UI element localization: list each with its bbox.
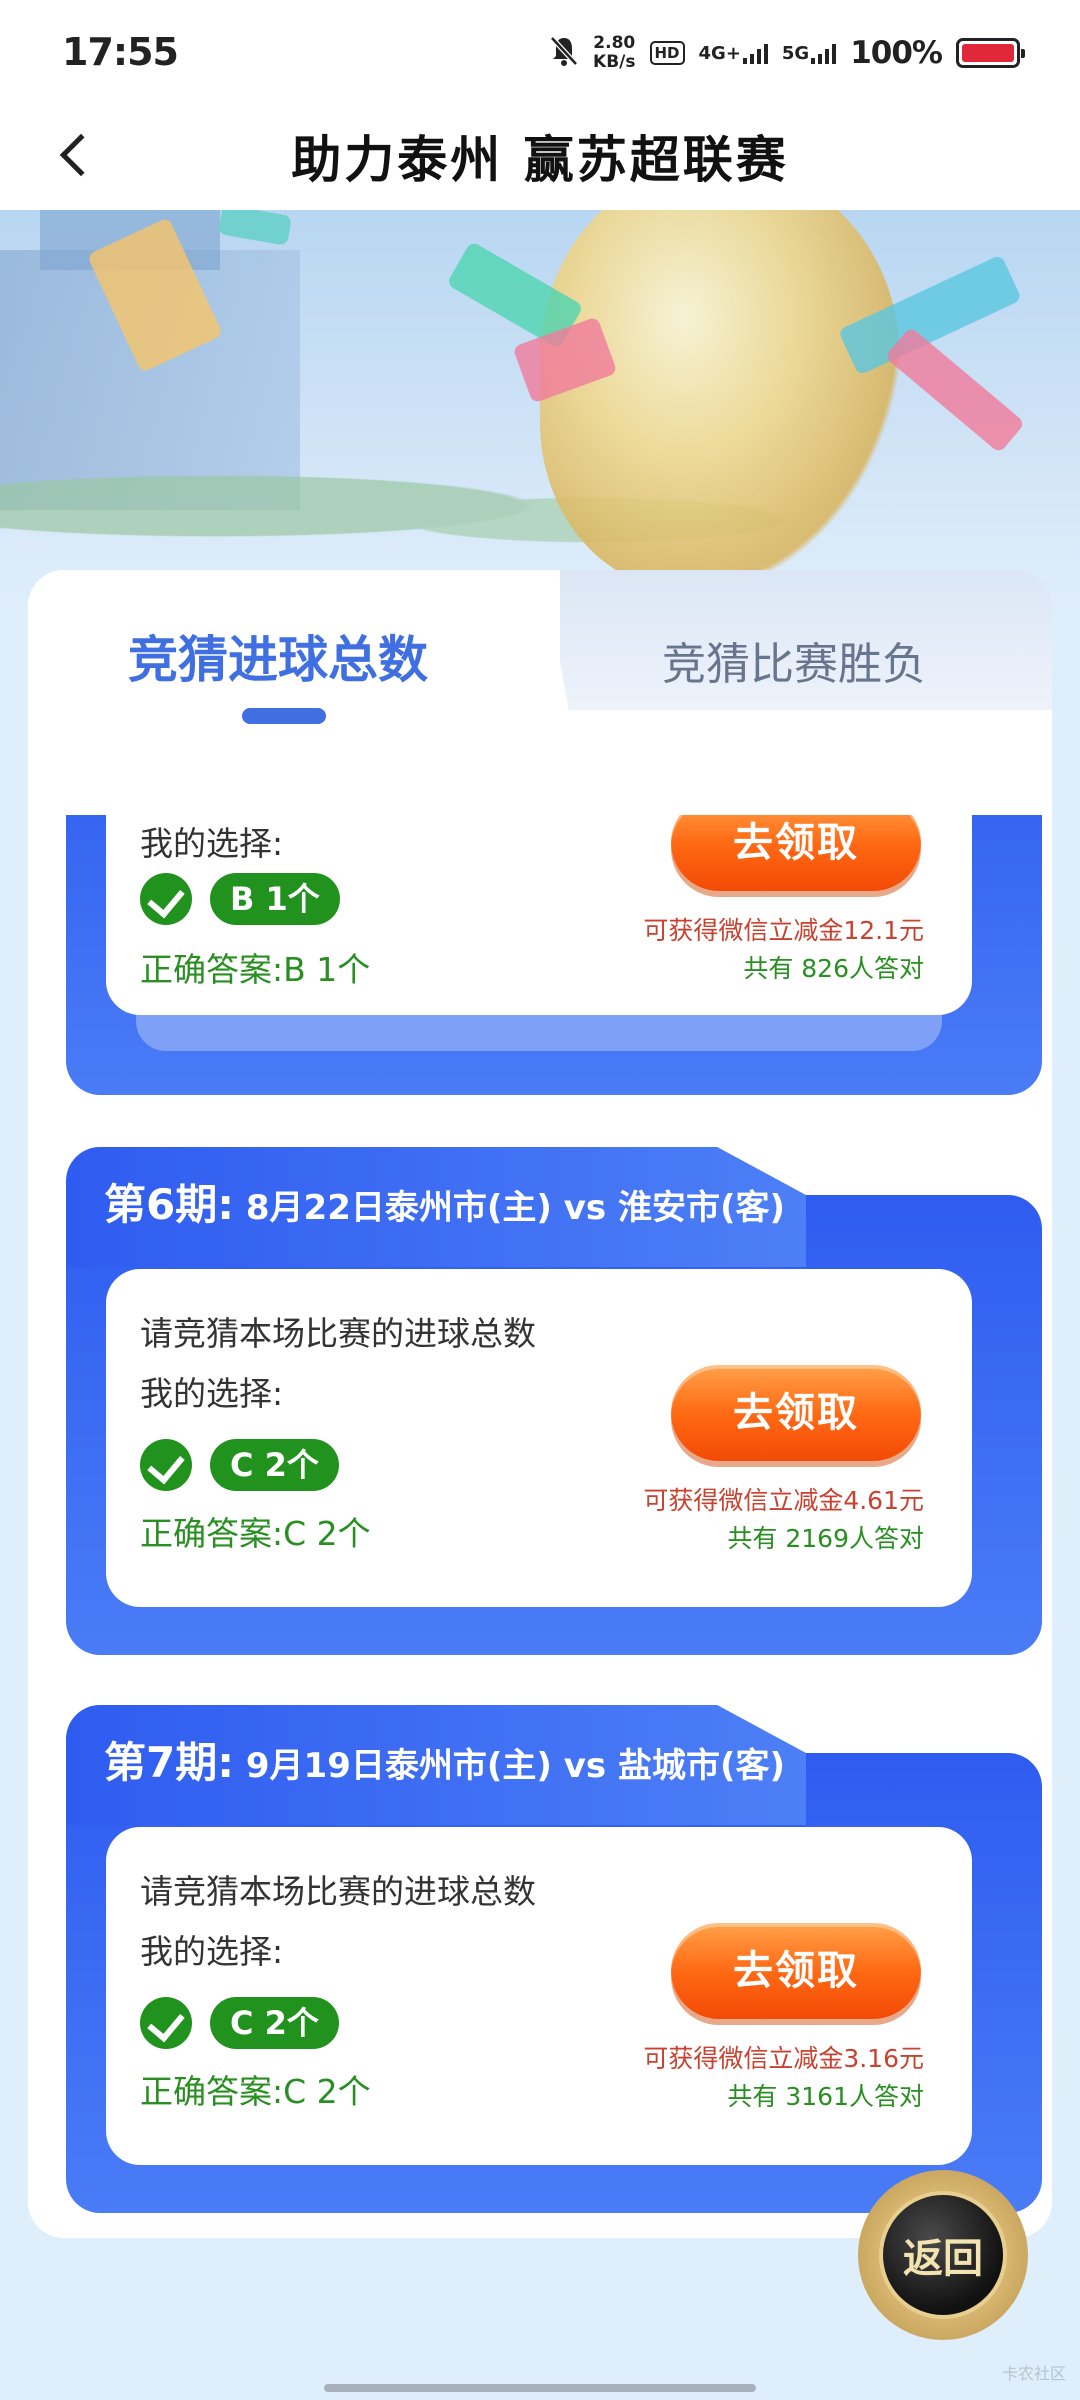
- correct-count: 共有 826人答对: [743, 954, 924, 983]
- home-indicator[interactable]: [324, 2384, 756, 2392]
- card-shadow: [136, 1011, 942, 1051]
- status-time: 17:55: [62, 30, 179, 74]
- signal-5g-icon: 5G: [782, 42, 837, 64]
- checkmark-icon: [140, 1997, 192, 2049]
- correct-answer: 正确答案:C 2个: [140, 1514, 371, 1553]
- my-choice-value: B 1个: [210, 873, 340, 925]
- network-speed: 2.80 KB/s: [593, 33, 636, 72]
- answer-card: 请竞猜本场比赛的进球总数 我的选择: C 2个 正确答案:C 2个 去领取 可获…: [106, 1269, 972, 1607]
- return-button-face: 返回: [879, 2191, 1007, 2319]
- match-info: 8月22日泰州市(主) vs 淮安市(客): [245, 1188, 786, 1228]
- period-card: 第7期: 9月19日泰州市(主) vs 盐城市(客) 请竞猜本场比赛的进球总数 …: [66, 1705, 1042, 2213]
- period-number: 第6期:: [104, 1180, 235, 1229]
- my-choice-label: 我的选择:: [140, 1374, 284, 1413]
- return-label: 返回: [903, 2236, 983, 2282]
- battery-icon: [956, 38, 1025, 68]
- period-title: 第7期: 9月19日泰州市(主) vs 盐城市(客): [104, 1729, 785, 1790]
- active-tab-indicator: [242, 708, 326, 724]
- period-title: 第6期: 8月22日泰州市(主) vs 淮安市(客): [104, 1171, 785, 1232]
- my-choice-value: C 2个: [210, 1997, 339, 2049]
- return-button[interactable]: 返回: [858, 2170, 1028, 2340]
- correct-count: 共有 2169人答对: [727, 1524, 924, 1553]
- hd-voice-icon: HD: [649, 41, 685, 65]
- correct-answer: 正确答案:C 2个: [140, 2072, 371, 2111]
- signal-4g-icon: 4G+: [699, 42, 768, 64]
- correct-count: 共有 3161人答对: [727, 2082, 924, 2111]
- trees-illustration: [0, 450, 1080, 590]
- status-icons: 2.80 KB/s HD 4G+ 5G 100%: [549, 28, 1025, 78]
- reward-text: 可获得微信立减金12.1元: [643, 916, 924, 945]
- ribbon-decoration: [884, 326, 1026, 454]
- answer-card: 请竞猜本场比赛的进球总数 我的选择: C 2个 正确答案:C 2个 去领取 可获…: [106, 1827, 972, 2165]
- my-choice-value: C 2个: [210, 1439, 339, 1491]
- period-number: 第7期:: [104, 1738, 235, 1787]
- page-title: 助力泰州 赢苏超联赛: [291, 131, 789, 189]
- reward-text: 可获得微信立减金4.61元: [643, 1486, 924, 1515]
- checkmark-icon: [140, 873, 192, 925]
- claim-button[interactable]: 去领取: [671, 1923, 921, 2019]
- battery-percent: 100%: [850, 35, 943, 71]
- my-choice-label: 我的选择:: [140, 824, 284, 863]
- trophy-illustration: [540, 210, 900, 590]
- tab-total-goals[interactable]: 竞猜进球总数: [128, 620, 428, 692]
- app-header: 助力泰州 赢苏超联赛: [0, 100, 1080, 210]
- question-text: 请竞猜本场比赛的进球总数: [140, 1314, 536, 1353]
- tab-match-result[interactable]: 竞猜比赛胜负: [662, 628, 926, 692]
- claim-button[interactable]: 去领取: [671, 815, 921, 891]
- period-list[interactable]: 我的选择: B 1个 正确答案:B 1个 去领取 可获得微信立减金12.1元 共…: [28, 815, 1052, 2215]
- my-choice-label: 我的选择:: [140, 1932, 284, 1971]
- ribbon-decoration: [217, 210, 293, 246]
- reward-text: 可获得微信立减金3.16元: [643, 2044, 924, 2073]
- checkmark-icon: [140, 1439, 192, 1491]
- hero-banner: [0, 210, 1080, 610]
- mute-bell-icon: [549, 35, 579, 71]
- answer-card: 我的选择: B 1个 正确答案:B 1个 去领取 可获得微信立减金12.1元 共…: [106, 815, 972, 1015]
- watermark: 卡农社区: [1001, 2364, 1066, 2383]
- period-card: 第6期: 8月22日泰州市(主) vs 淮安市(客) 请竞猜本场比赛的进球总数 …: [66, 1147, 1042, 1655]
- status-bar: 17:55 2.80 KB/s HD 4G+ 5G 100%: [0, 0, 1080, 100]
- claim-button[interactable]: 去领取: [671, 1365, 921, 1461]
- question-text: 请竞猜本场比赛的进球总数: [140, 1872, 536, 1911]
- correct-answer: 正确答案:B 1个: [140, 950, 371, 989]
- match-info: 9月19日泰州市(主) vs 盐城市(客): [245, 1746, 786, 1786]
- period-card: 我的选择: B 1个 正确答案:B 1个 去领取 可获得微信立减金12.1元 共…: [66, 815, 1042, 1095]
- tab-active-background: [28, 570, 588, 815]
